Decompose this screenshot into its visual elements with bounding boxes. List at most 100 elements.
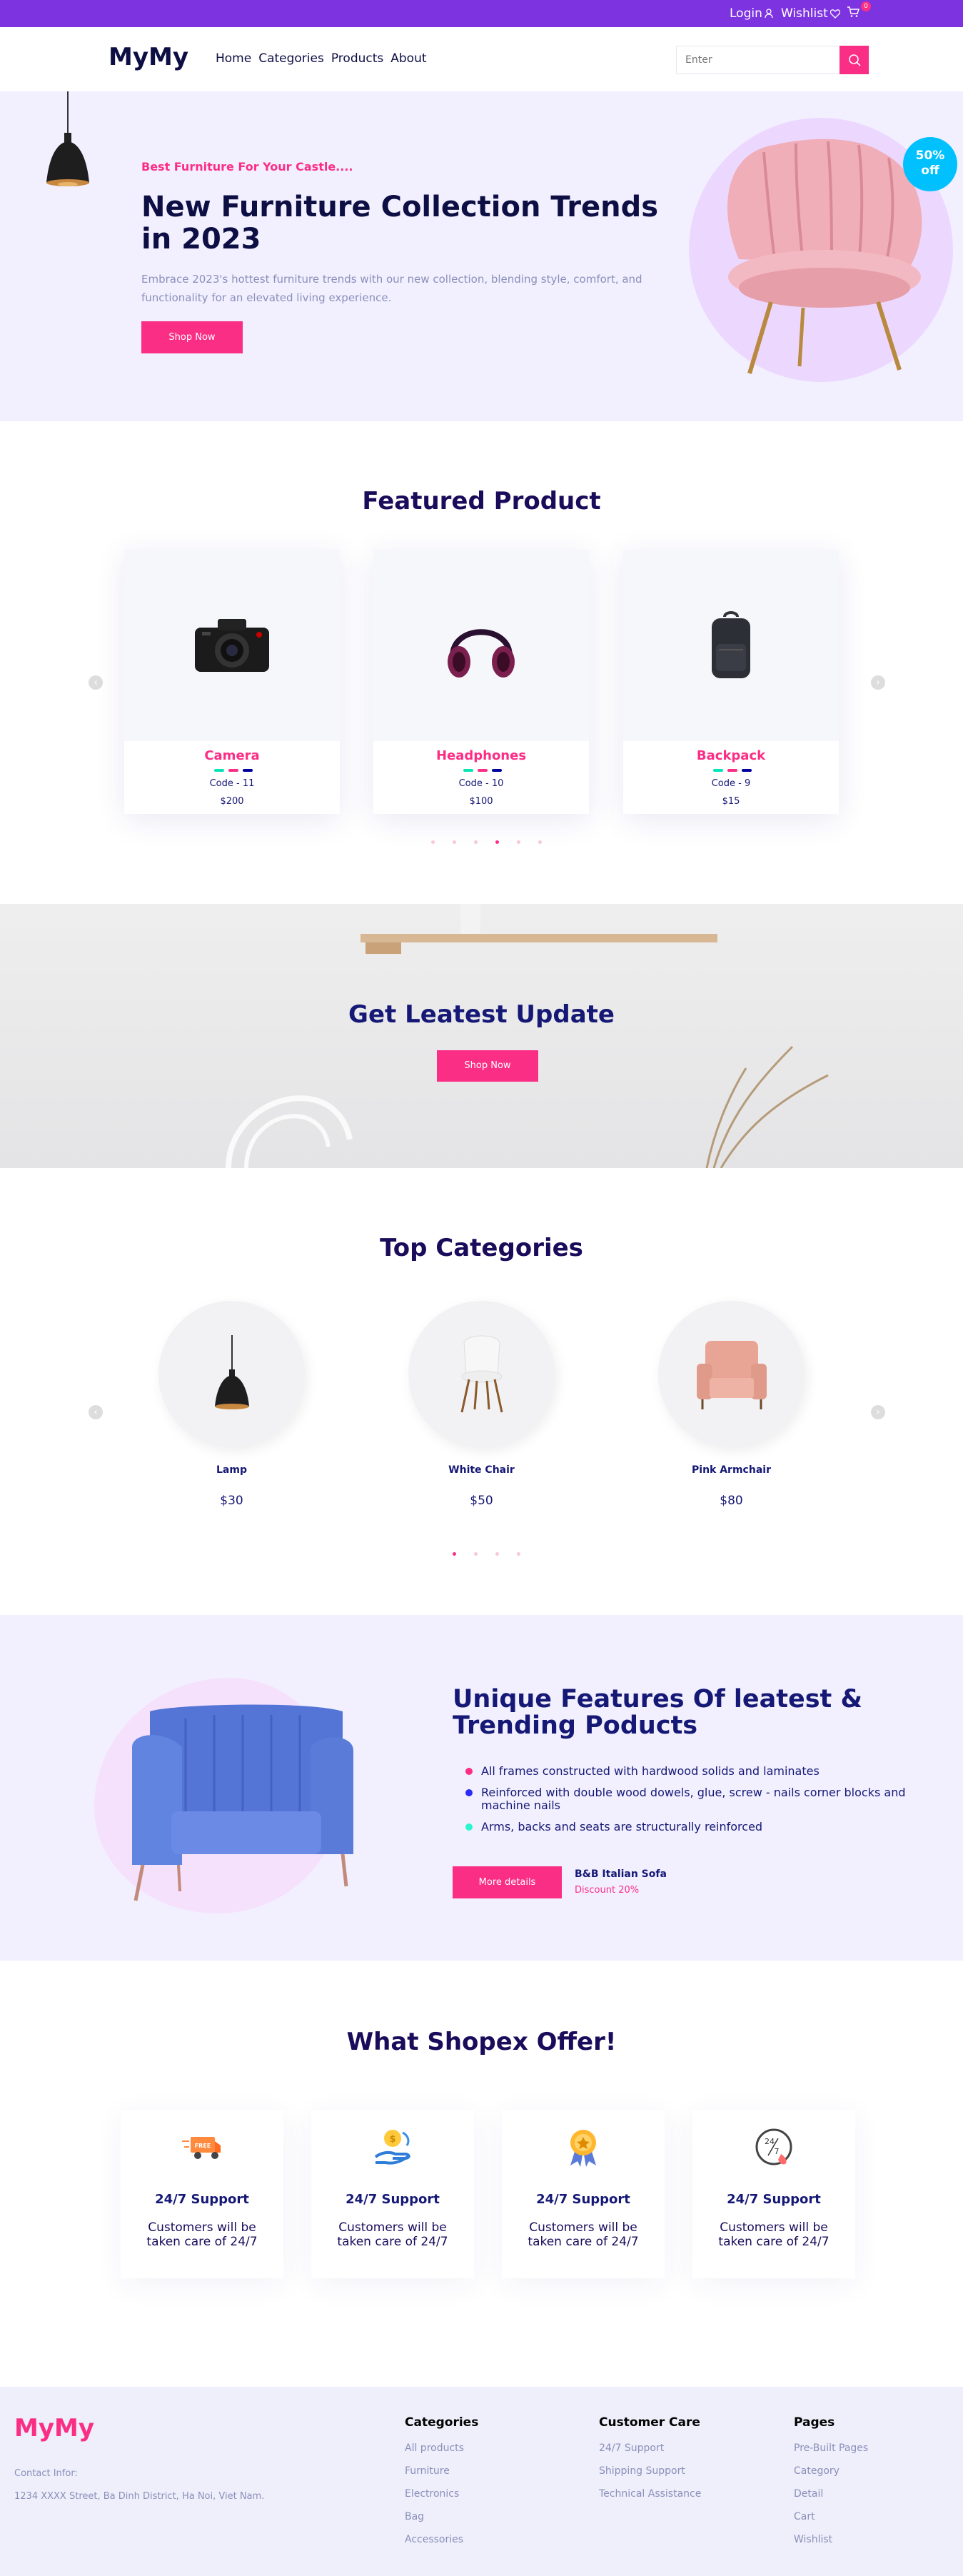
category-name[interactable]: Lamp	[158, 1464, 305, 1476]
footer-column-categories: Categories All products Furniture Electr…	[405, 2415, 478, 2557]
wishlist-link[interactable]: Wishlist	[781, 6, 840, 21]
footer-link[interactable]: Pre-Built Pages	[794, 2442, 868, 2465]
search-box	[676, 46, 869, 74]
blue-sofa-image	[132, 1704, 353, 1901]
footer-contact: Contact Infor: 1234 XXXX Street, Ba Dinh…	[14, 2462, 264, 2508]
carousel-dot-1[interactable]	[431, 840, 435, 844]
category-dot-4[interactable]	[517, 1552, 520, 1556]
product-name[interactable]: Backpack	[623, 748, 839, 763]
product-code: Code - 9	[711, 778, 751, 789]
top-categories-title: Top Categories	[380, 1234, 583, 1262]
product-code: Code - 11	[209, 778, 255, 789]
carousel-dot-6[interactable]	[538, 840, 542, 844]
offer-card-text: Customers will be taken care of 24/7	[528, 2220, 639, 2249]
category-name[interactable]: Pink Armchair	[658, 1464, 805, 1476]
cart-link[interactable]	[847, 6, 859, 18]
offer-card-title: 24/7 Support	[346, 2192, 440, 2207]
footer-link[interactable]: Technical Assistance	[599, 2488, 701, 2511]
product-image	[124, 550, 340, 741]
update-shop-now-button[interactable]: Shop Now	[437, 1050, 538, 1082]
site-logo[interactable]: MyMy	[109, 43, 188, 71]
category-white-chair[interactable]	[408, 1301, 555, 1447]
footer-link[interactable]: All products	[405, 2442, 478, 2465]
product-card-backpack[interactable]: Backpack Code - 9 $15	[623, 550, 839, 814]
product-price: $15	[722, 796, 740, 807]
footer-column-title: Pages	[794, 2415, 835, 2430]
carousel-dot-4-active[interactable]	[495, 840, 499, 844]
offer-card-title: 24/7 Support	[536, 2192, 630, 2207]
product-image	[623, 550, 839, 741]
product-name[interactable]: Headphones	[373, 748, 589, 763]
footer-link[interactable]: Category	[794, 2465, 868, 2488]
contact-label: Contact Infor:	[14, 2468, 78, 2479]
feature-text: Arms, backs and seats are structurally r…	[481, 1820, 763, 1833]
footer-link[interactable]: Shipping Support	[599, 2465, 701, 2488]
offer-card-text: Customers will be taken care of 24/7	[718, 2220, 830, 2249]
footer-link[interactable]: Accessories	[405, 2534, 478, 2557]
carousel-dot-3[interactable]	[474, 840, 478, 844]
product-price: $100	[469, 796, 493, 807]
hero-shop-now-button[interactable]: Shop Now	[141, 321, 243, 353]
lamp-icon	[214, 1334, 249, 1409]
product-card-partial	[867, 550, 952, 814]
shelf-decoration	[226, 904, 829, 1168]
category-dot-2[interactable]	[474, 1552, 478, 1556]
site-footer: MyMy Contact Infor: 1234 XXXX Street, Ba…	[0, 2387, 963, 2576]
more-details-button[interactable]: More details	[453, 1866, 562, 1898]
category-dot-1-active[interactable]	[453, 1552, 456, 1556]
unique-features-section: Unique Features Of leatest & Trending Po…	[0, 1615, 963, 1961]
wishlist-label: Wishlist	[781, 6, 828, 21]
featured-products-title: Featured Product	[362, 487, 601, 515]
category-price: $80	[720, 1494, 743, 1508]
clock-24-text: 24	[765, 2137, 775, 2146]
product-card-headphones[interactable]: Headphones Code - 10 $100	[373, 550, 589, 814]
footer-link[interactable]: Electronics	[405, 2488, 478, 2511]
heart-icon	[830, 9, 840, 19]
offer-card-premium-quality: 24/7 Support Customers will be taken car…	[502, 2110, 665, 2278]
footer-logo[interactable]: MyMy	[14, 2414, 94, 2442]
category-name[interactable]: White Chair	[408, 1464, 555, 1476]
category-price: $30	[220, 1494, 243, 1508]
footer-link[interactable]: Wishlist	[794, 2534, 868, 2557]
featured-sofa-name: B&B Italian Sofa	[575, 1868, 667, 1880]
carousel-dot-2[interactable]	[453, 840, 456, 844]
contact-address: 1234 XXXX Street, Ba Dinh District, Ha N…	[14, 2491, 265, 2502]
footer-link[interactable]: Bag	[405, 2511, 478, 2534]
categories-next-arrow[interactable]: ›	[871, 1405, 885, 1419]
search-button[interactable]	[840, 46, 869, 74]
product-name[interactable]: Camera	[124, 748, 340, 763]
footer-link[interactable]: Cart	[794, 2511, 868, 2534]
featured-prev-arrow[interactable]: ‹	[89, 675, 103, 690]
footer-link[interactable]: 24/7 Support	[599, 2442, 701, 2465]
search-input[interactable]	[677, 46, 837, 74]
categories-prev-arrow[interactable]: ‹	[89, 1405, 103, 1419]
pendant-lamp-image	[46, 91, 89, 186]
featured-sofa-discount: Discount 20%	[575, 1885, 640, 1896]
unique-features-title: Unique Features Of leatest & Trending Po…	[453, 1685, 862, 1740]
category-dot-3[interactable]	[495, 1552, 499, 1556]
nav-home[interactable]: Home	[216, 51, 251, 66]
category-lamp[interactable]	[158, 1301, 305, 1447]
discount-label: off	[921, 163, 939, 178]
footer-link[interactable]: Detail	[794, 2488, 868, 2511]
color-swatches	[463, 769, 502, 772]
feature-text: All frames constructed with hardwood sol…	[481, 1764, 820, 1778]
discount-value: 50%	[915, 149, 945, 163]
nav-about[interactable]: About	[390, 51, 426, 66]
nav-products[interactable]: Products	[331, 51, 383, 66]
offer-card-cashback: $ 24/7 Support Customers will be taken c…	[311, 2110, 474, 2278]
login-link[interactable]: Login	[730, 6, 773, 21]
support-24-7-icon: 24 7	[755, 2128, 792, 2165]
footer-link[interactable]: Furniture	[405, 2465, 478, 2488]
carousel-dot-5[interactable]	[517, 840, 520, 844]
nav-categories[interactable]: Categories	[258, 51, 324, 66]
cart-icon	[847, 6, 859, 17]
footer-column-pages: Pages Pre-Built Pages Category Detail Ca…	[794, 2415, 868, 2557]
free-badge-text: FREE	[195, 2143, 211, 2149]
offer-card-text: Customers will be taken care of 24/7	[146, 2220, 258, 2249]
cart-count-badge: 0	[861, 1, 871, 11]
product-card-camera[interactable]: Camera Code - 11 $200	[124, 550, 340, 814]
white-chair-icon	[460, 1335, 503, 1412]
category-pink-armchair[interactable]	[658, 1301, 805, 1447]
footer-column-title: Categories	[405, 2415, 479, 2430]
